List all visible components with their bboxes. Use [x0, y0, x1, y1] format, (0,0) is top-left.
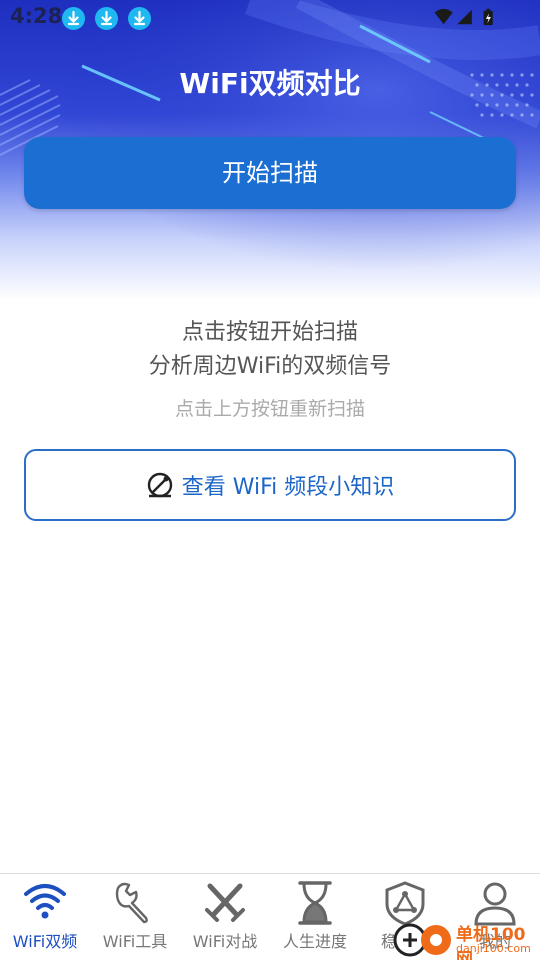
prompt-line-2: 分析周边WiFi的双频信号 — [148, 354, 392, 379]
rescan-hint: 点击上方按钮重新扫描 — [174, 398, 365, 420]
cell-signal-icon — [457, 9, 472, 25]
site-watermark: 单机100网 danji100.com — [392, 918, 540, 960]
download-icon — [95, 7, 118, 30]
wifi-knowledge-button[interactable]: 查看 WiFi 频段小知识 — [24, 449, 516, 521]
satellite-dish-icon — [147, 472, 172, 498]
nav-label: 人生进度 — [282, 932, 347, 951]
crossed-swords-icon — [205, 883, 245, 922]
nav-tab-wifi-tools[interactable]: WiFi工具 — [90, 874, 180, 960]
watermark-logo-icon — [393, 923, 451, 957]
wifi-knowledge-label: 查看 WiFi 频段小知识 — [181, 475, 395, 500]
wifi-icon — [24, 884, 66, 919]
wrench-icon — [115, 882, 148, 924]
prompt-line-1: 点击按钮开始扫描 — [181, 320, 358, 345]
wifi-signal-icon — [434, 8, 453, 25]
status-indicators — [434, 8, 493, 26]
nav-tab-wifi-dual-band[interactable]: WiFi双频 — [0, 874, 90, 960]
nav-tab-life-progress[interactable]: 人生进度 — [270, 874, 360, 960]
download-icon — [62, 7, 85, 30]
hourglass-icon — [298, 881, 332, 925]
nav-tab-wifi-battle[interactable]: WiFi对战 — [180, 874, 270, 960]
status-time: 4:28 — [10, 4, 63, 28]
nav-label: WiFi双频 — [12, 932, 78, 951]
page-title: WiFi双频对比 — [179, 67, 361, 100]
watermark-url: danji100.com — [456, 942, 531, 955]
nav-label: WiFi工具 — [102, 932, 168, 951]
start-scan-button[interactable]: 开始扫描 — [24, 137, 516, 209]
nav-label: WiFi对战 — [192, 932, 258, 951]
download-icon — [128, 7, 151, 30]
status-bar: 4:28 — [0, 0, 540, 36]
